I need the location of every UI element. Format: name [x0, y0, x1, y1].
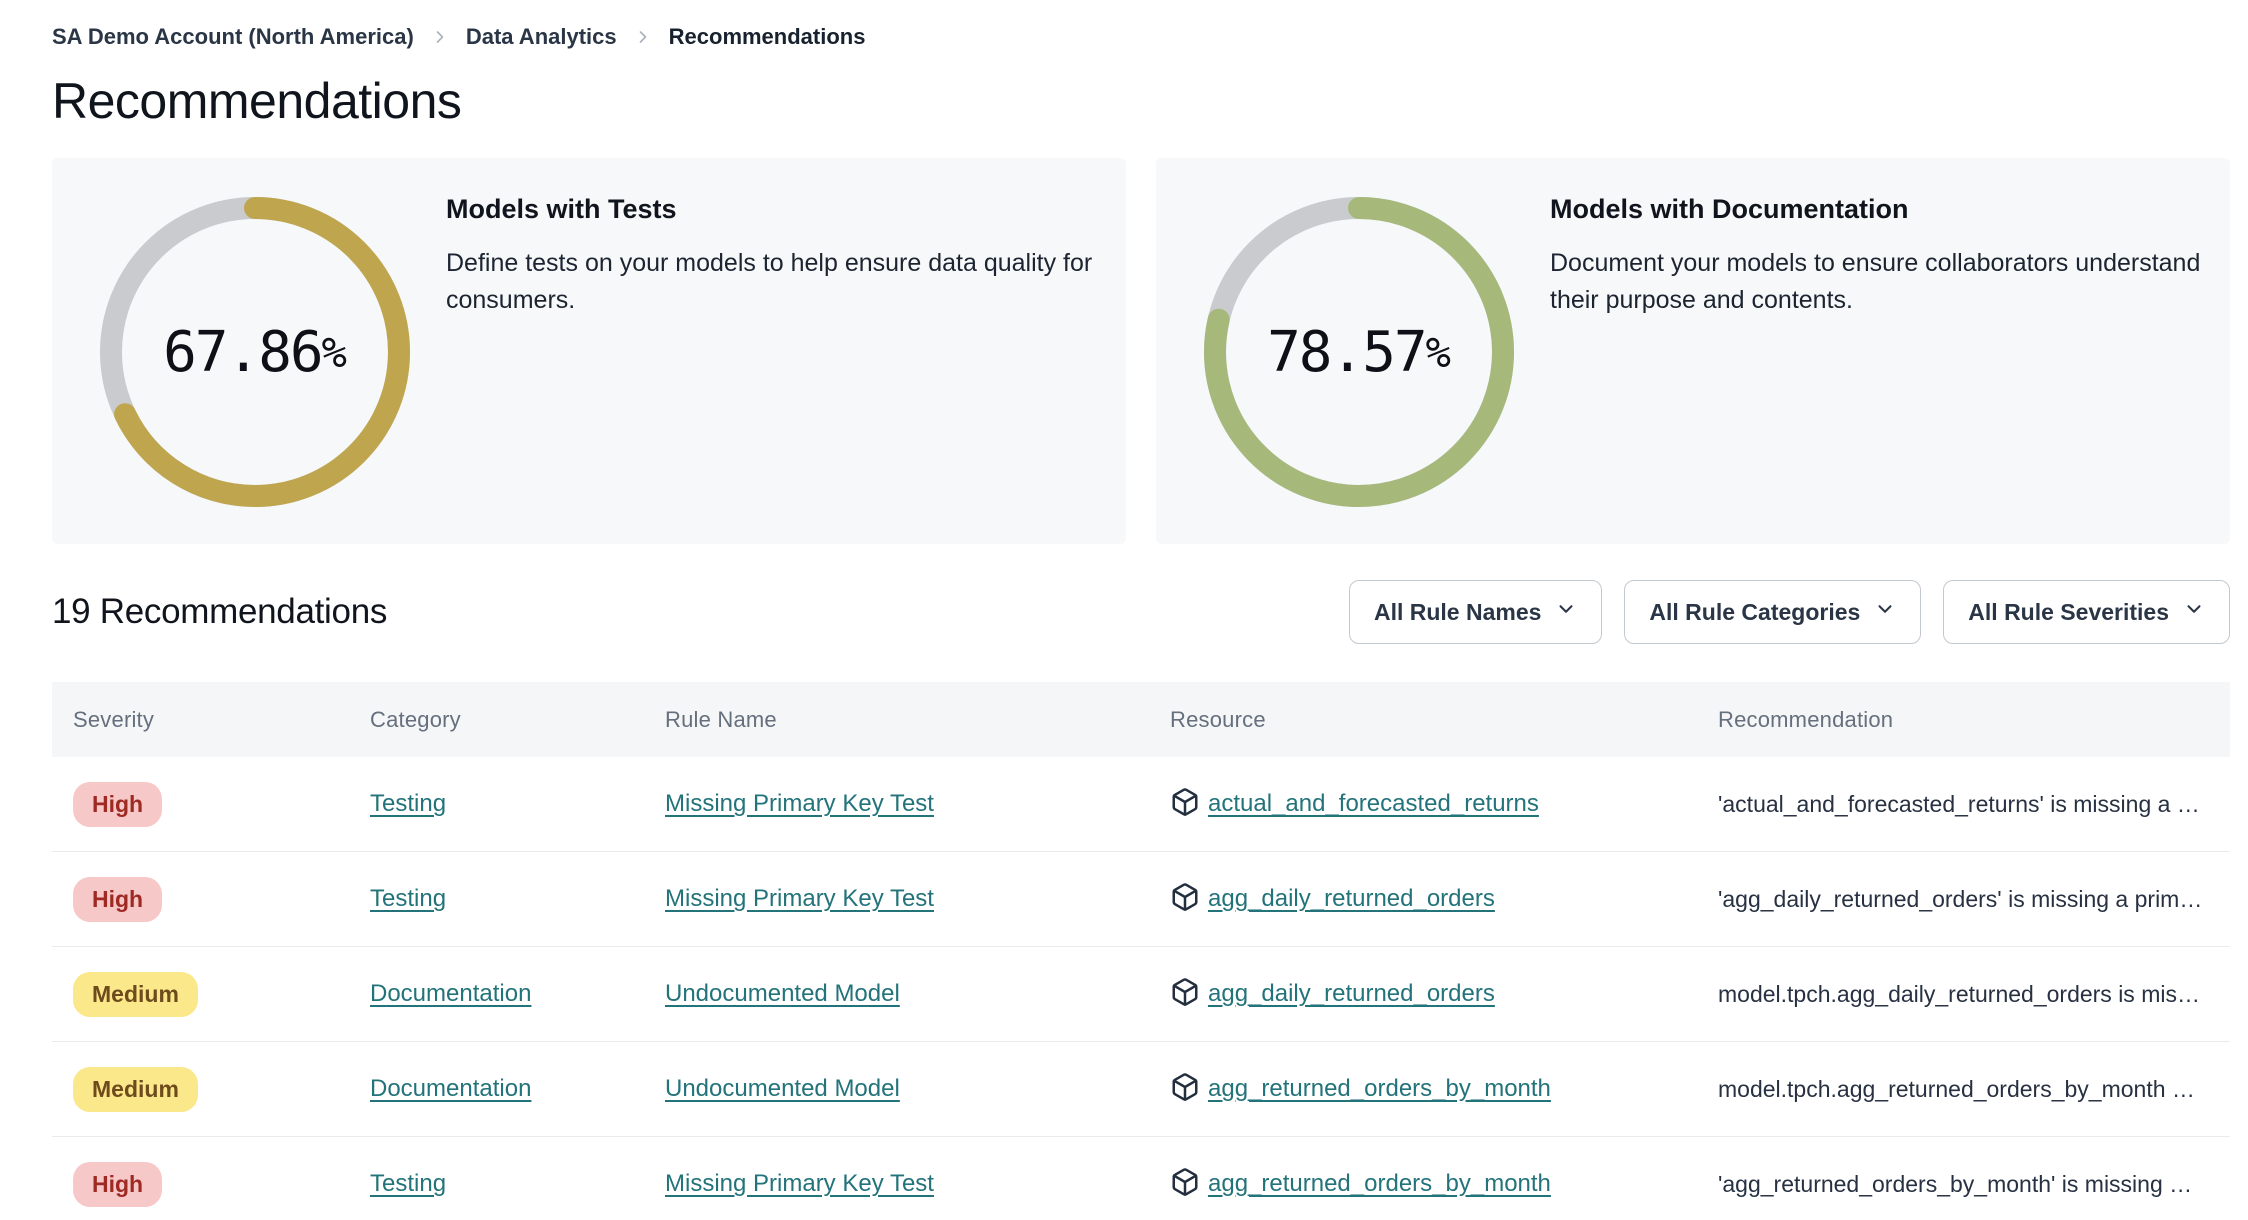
column-header-rule-name: Rule Name — [665, 706, 777, 732]
resource-link[interactable]: agg_returned_orders_by_month — [1208, 1170, 1551, 1198]
table-row: Medium Documentation Undocumented Model … — [52, 947, 2230, 1042]
chevron-down-icon — [1555, 598, 1577, 626]
chevron-right-icon — [633, 27, 653, 47]
breadcrumb: SA Demo Account (North America) Data Ana… — [52, 0, 2230, 50]
recommendation-text: model.tpch.agg_daily_returned_orders is … — [1718, 980, 2200, 1007]
metric-cards: 67.86% Models with Tests Define tests on… — [52, 158, 2230, 544]
column-header-severity: Severity — [73, 706, 155, 732]
recommendations-table: Severity Category Rule Name Resource Rec… — [52, 682, 2230, 1220]
model-cube-icon — [1170, 977, 1200, 1012]
category-link[interactable]: Testing — [370, 885, 446, 912]
table-row: High Testing Missing Primary Key Test ac… — [52, 757, 2230, 852]
column-header-recommendation: Recommendation — [1718, 706, 1894, 732]
metric-title: Models with Documentation — [1550, 194, 1909, 224]
breadcrumb-current: Recommendations — [668, 24, 866, 49]
severity-badge: High — [73, 876, 163, 922]
metric-description-line: Define tests on your models to help ensu… — [446, 249, 1093, 277]
resource-link[interactable]: agg_daily_returned_orders — [1208, 980, 1495, 1008]
rule-name-link[interactable]: Missing Primary Key Test — [665, 790, 934, 817]
category-link[interactable]: Documentation — [370, 1075, 531, 1102]
table-row: High Testing Missing Primary Key Test ag… — [52, 852, 2230, 947]
recommendation-text: model.tpch.agg_returned_orders_by_month … — [1718, 1075, 2195, 1102]
rule-name-link[interactable]: Missing Primary Key Test — [665, 885, 934, 912]
metric-description: Document your models to ensure collabora… — [1550, 245, 2200, 319]
model-cube-icon — [1170, 1072, 1200, 1107]
metric-card-models-with-documentation: 78.57% Models with Documentation Documen… — [1156, 158, 2230, 544]
category-link[interactable]: Testing — [370, 790, 446, 817]
percent-sign: % — [321, 327, 347, 377]
list-header: 19 Recommendations All Rule Names All Ru… — [52, 580, 2230, 644]
metric-card-text: Models with Documentation Document your … — [1550, 158, 2200, 544]
chevron-down-icon — [1874, 598, 1896, 626]
percent-value: 78.57 — [1267, 319, 1428, 385]
category-link[interactable]: Documentation — [370, 980, 531, 1007]
model-cube-icon — [1170, 787, 1200, 822]
page-title: Recommendations — [52, 73, 462, 129]
metric-description-line: their purpose and contents. — [1550, 286, 1853, 314]
filter-label: All Rule Categories — [1649, 598, 1861, 625]
donut-chart-tests: 67.86% — [100, 197, 410, 507]
chevron-right-icon — [430, 27, 450, 47]
column-header-resource: Resource — [1170, 706, 1266, 732]
breadcrumb-project-link[interactable]: Data Analytics — [466, 24, 617, 50]
recommendations-count: 19 Recommendations — [52, 592, 388, 631]
model-cube-icon — [1170, 1167, 1200, 1202]
resource-link[interactable]: agg_returned_orders_by_month — [1208, 1075, 1551, 1103]
metric-description: Define tests on your models to help ensu… — [446, 245, 1092, 319]
rule-name-link[interactable]: Undocumented Model — [665, 1075, 900, 1102]
severity-badge: High — [73, 781, 163, 827]
breadcrumb-account-link[interactable]: SA Demo Account (North America) — [52, 24, 414, 50]
filter-rule-names-button[interactable]: All Rule Names — [1348, 580, 1603, 644]
table-header: Severity Category Rule Name Resource Rec… — [52, 682, 2230, 757]
severity-badge: Medium — [73, 971, 198, 1017]
rule-name-link[interactable]: Undocumented Model — [665, 980, 900, 1007]
recommendation-text: 'agg_daily_returned_orders' is missing a… — [1718, 885, 2203, 912]
filter-bar: All Rule Names All Rule Categories All R… — [1348, 580, 2230, 644]
recommendation-text: 'agg_returned_orders_by_month' is missin… — [1718, 1170, 2193, 1197]
rule-name-link[interactable]: Missing Primary Key Test — [665, 1170, 934, 1197]
metric-percent: 78.57% — [1204, 197, 1514, 507]
table-row: High Testing Missing Primary Key Test ag… — [52, 1137, 2230, 1220]
metric-description-line: Document your models to ensure collabora… — [1550, 249, 2201, 277]
metric-card-models-with-tests: 67.86% Models with Tests Define tests on… — [52, 158, 1126, 544]
resource-link[interactable]: actual_and_forecasted_returns — [1208, 790, 1539, 818]
chevron-down-icon — [2183, 598, 2205, 626]
metric-title: Models with Tests — [446, 194, 677, 224]
column-header-category: Category — [370, 706, 461, 732]
model-cube-icon — [1170, 882, 1200, 917]
metric-percent: 67.86% — [100, 197, 410, 507]
percent-value: 67.86 — [163, 319, 324, 385]
recommendations-page: SA Demo Account (North America) Data Ana… — [0, 0, 2230, 1220]
metric-card-text: Models with Tests Define tests on your m… — [446, 158, 1092, 544]
filter-label: All Rule Names — [1373, 598, 1542, 625]
resource-link[interactable]: agg_daily_returned_orders — [1208, 885, 1495, 913]
percent-sign: % — [1425, 327, 1451, 377]
filter-label: All Rule Severities — [1968, 598, 2169, 625]
category-link[interactable]: Testing — [370, 1170, 446, 1197]
severity-badge: Medium — [73, 1066, 198, 1112]
filter-rule-severities-button[interactable]: All Rule Severities — [1943, 580, 2230, 644]
metric-description-line: consumers. — [446, 286, 576, 314]
severity-badge: High — [73, 1161, 163, 1207]
filter-rule-categories-button[interactable]: All Rule Categories — [1624, 580, 1922, 644]
recommendation-text: 'actual_and_forecasted_returns' is missi… — [1718, 790, 2200, 817]
table-row: Medium Documentation Undocumented Model … — [52, 1042, 2230, 1137]
donut-chart-documentation: 78.57% — [1204, 197, 1514, 507]
